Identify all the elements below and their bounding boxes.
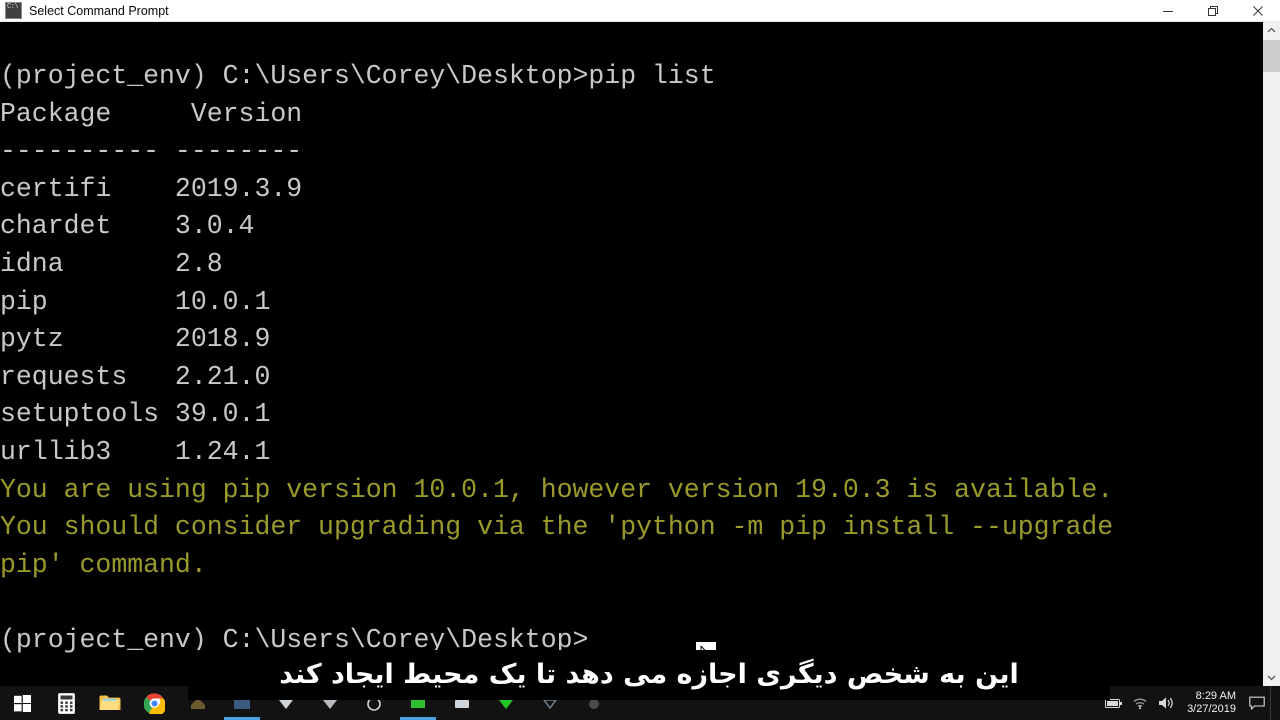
console-line: urllib3 1.24.1 [0,436,271,467]
calculator-taskbar-button[interactable] [44,686,88,720]
start-button[interactable] [0,686,44,720]
console-line: setuptools 39.0.1 [0,399,271,430]
chevron-down-icon [1267,675,1276,681]
console-line: pytz 2018.9 [0,324,271,355]
minimize-button[interactable] [1145,0,1190,22]
restore-icon [1207,5,1218,16]
close-icon [1252,5,1263,16]
console-output-area[interactable]: (project_env) C:\Users\Corey\Desktop>pip… [0,22,1280,686]
console-text: (project_env) C:\Users\Corey\Desktop>pip… [0,58,1255,660]
console-line: ---------- -------- [0,136,303,167]
console-line: chardet 3.0.4 [0,211,255,242]
chrome-taskbar-button[interactable] [132,686,176,720]
taskbar-clock[interactable]: 8:29 AM 3/27/2019 [1179,690,1244,716]
close-button[interactable] [1235,0,1280,22]
subtitle-text: این به شخص دیگری اجازه می دهد تا یک محیط… [279,658,1019,690]
window-controls [1145,0,1280,22]
file-explorer-taskbar-button[interactable] [88,686,132,720]
restore-button[interactable] [1190,0,1235,22]
console-line: requests 2.21.0 [0,361,271,392]
window-title: Select Command Prompt [29,3,169,18]
show-desktop-button[interactable] [1270,686,1276,720]
console-line: idna 2.8 [0,248,223,279]
chrome-icon [143,692,165,714]
scrollbar-track[interactable] [1263,72,1280,669]
wifi-icon[interactable] [1127,686,1153,720]
clock-time: 8:29 AM [1195,690,1236,702]
console-line: Package Version [0,98,303,129]
clock-date: 3/27/2019 [1187,703,1236,715]
console-line: You should consider upgrading via the 'p… [0,512,1114,543]
console-line: certifi 2019.3.9 [0,173,303,204]
console-line: pip 10.0.1 [0,286,271,317]
window-titlebar[interactable]: Select Command Prompt [0,0,1280,22]
action-center-button[interactable] [1244,686,1270,720]
console-line: pip' command. [0,549,207,580]
console-scrollbar[interactable] [1263,22,1280,686]
action-center-icon [1249,696,1265,710]
system-tray[interactable]: 8:29 AM 3/27/2019 [1101,686,1280,720]
windows-logo-icon [13,694,31,712]
minimize-icon [1162,10,1173,12]
calculator-icon [57,692,75,714]
screen: Select Command Prompt (pr [0,0,1280,720]
console-line: You are using pip version 10.0.1, howeve… [0,474,1114,505]
folder-icon [99,695,121,710]
subtitle-overlay: این به شخص دیگری اجازه می دهد تا یک محیط… [188,650,1110,700]
scrollbar-thumb[interactable] [1263,40,1280,72]
scrollbar-up-button[interactable] [1263,22,1280,39]
chevron-up-icon [1267,27,1276,33]
speaker-icon[interactable] [1153,686,1179,720]
console-line: (project_env) C:\Users\Corey\Desktop>pip… [0,61,716,91]
scrollbar-down-button[interactable] [1263,669,1280,686]
command-prompt-icon [5,2,22,19]
